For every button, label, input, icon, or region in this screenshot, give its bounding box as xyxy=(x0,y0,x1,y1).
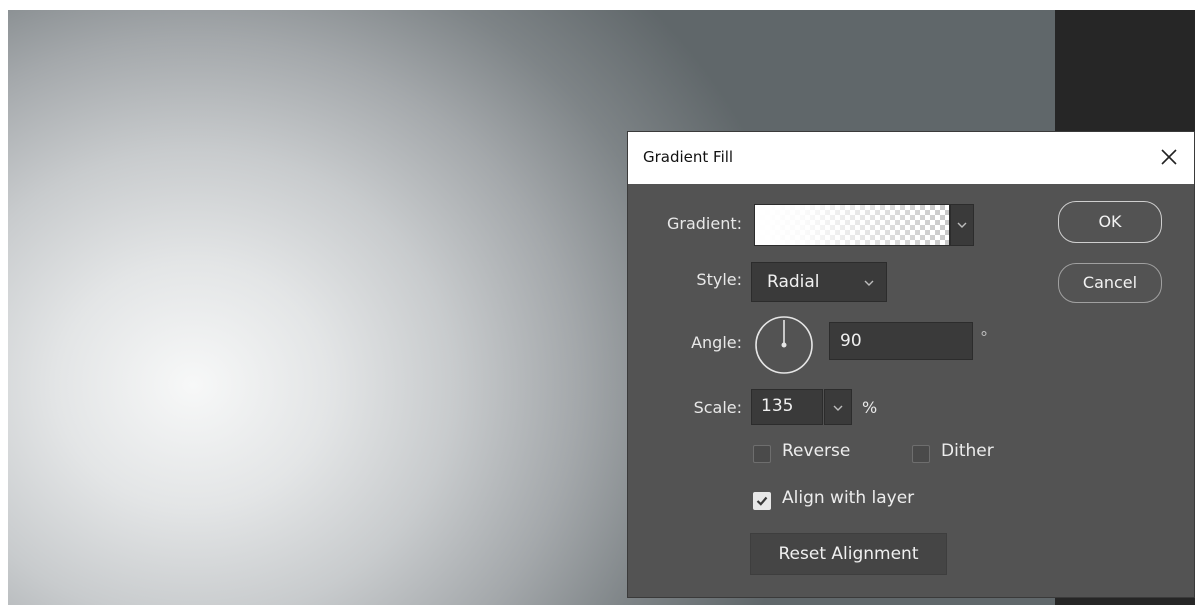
angle-value: 90 xyxy=(840,331,862,351)
dither-checkbox[interactable] xyxy=(912,445,930,463)
dialog-titlebar: Gradient Fill xyxy=(628,132,1194,184)
chevron-down-icon xyxy=(833,405,843,411)
gradient-label: Gradient: xyxy=(666,214,742,233)
scale-dropdown-button[interactable] xyxy=(824,389,852,425)
angle-dial-icon[interactable] xyxy=(753,314,815,376)
style-select-value: Radial xyxy=(767,272,820,292)
reset-alignment-button[interactable]: Reset Alignment xyxy=(750,533,947,575)
checkmark-icon xyxy=(756,496,768,506)
angle-label: Angle: xyxy=(691,333,742,352)
percent-symbol: % xyxy=(862,398,878,417)
gradient-fill-dialog: Gradient Fill Gradient: OK Cancel Style:… xyxy=(627,131,1195,598)
scale-value: 135 xyxy=(761,396,794,416)
align-with-layer-label[interactable]: Align with layer xyxy=(782,488,914,508)
angle-input[interactable]: 90 xyxy=(829,322,973,360)
reverse-checkbox[interactable] xyxy=(753,445,771,463)
close-icon[interactable] xyxy=(1154,142,1184,172)
ok-button[interactable]: OK xyxy=(1058,201,1162,243)
chevron-down-icon xyxy=(864,280,874,286)
align-with-layer-checkbox[interactable] xyxy=(753,492,771,510)
scale-label: Scale: xyxy=(693,398,742,417)
style-select[interactable]: Radial xyxy=(751,262,887,302)
dither-label[interactable]: Dither xyxy=(941,441,994,461)
degree-symbol: ° xyxy=(980,328,988,347)
scale-input[interactable]: 135 xyxy=(751,389,823,425)
gradient-swatch[interactable] xyxy=(754,204,950,246)
cancel-button[interactable]: Cancel xyxy=(1058,263,1162,303)
chevron-down-icon xyxy=(957,222,967,228)
reverse-label[interactable]: Reverse xyxy=(782,441,850,461)
gradient-dropdown-button[interactable] xyxy=(950,204,974,246)
dialog-title: Gradient Fill xyxy=(643,148,734,166)
style-label: Style: xyxy=(696,270,742,289)
